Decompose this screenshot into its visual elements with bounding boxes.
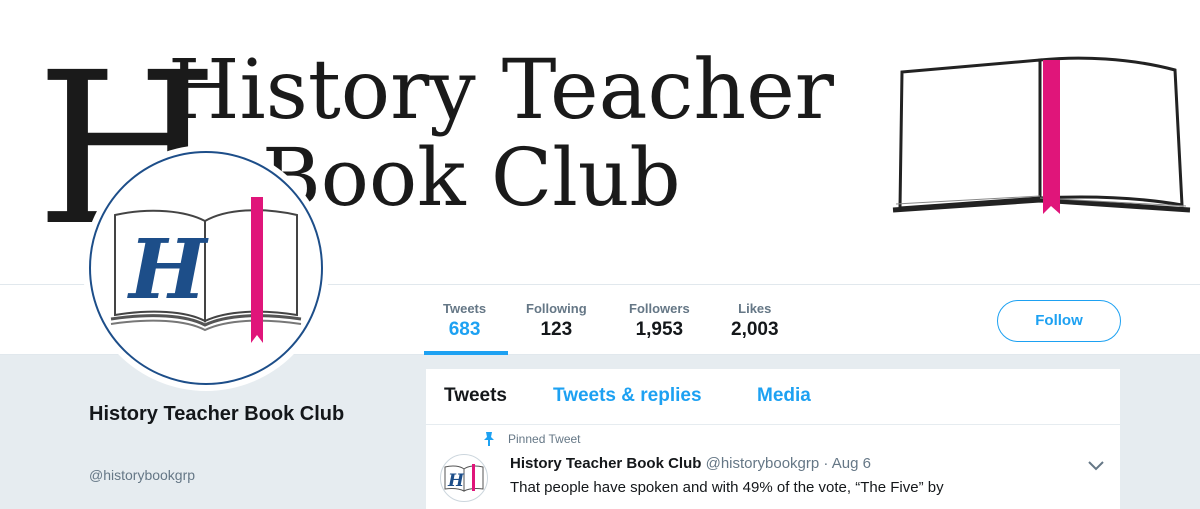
- tab-media[interactable]: Media: [757, 385, 811, 407]
- active-stat-indicator: [424, 351, 508, 355]
- pin-icon: [484, 432, 494, 446]
- stat-value: 683: [448, 319, 481, 340]
- banner-title-line1: History Teacher: [168, 43, 835, 138]
- stat-value: 123: [540, 319, 573, 340]
- tab-tweets[interactable]: Tweets: [444, 385, 507, 407]
- tab-tweets-and-replies[interactable]: Tweets & replies: [553, 385, 702, 407]
- follow-button[interactable]: Follow: [997, 300, 1121, 342]
- tweet-avatar-logo: H: [444, 464, 484, 492]
- tweet-author[interactable]: History Teacher Book Club: [510, 455, 701, 472]
- stat-label: Followers: [629, 301, 690, 316]
- book-illustration: [892, 56, 1191, 214]
- chevron-down-icon[interactable]: [1088, 461, 1104, 471]
- stat-value: 1,953: [635, 319, 684, 340]
- tweet-avatar-initial-letter: H: [447, 471, 465, 491]
- timeline-tabs: Tweets Tweets & replies Media: [426, 369, 1120, 425]
- tweet-handle-date[interactable]: @historybookgrp · Aug 6: [706, 455, 871, 472]
- pinned-tweet-label: Pinned Tweet: [508, 432, 581, 446]
- stat-tweets[interactable]: Tweets 683: [443, 301, 486, 343]
- tweet-header: History Teacher Book Club @historybookgr…: [510, 455, 871, 472]
- timeline: Tweets Tweets & replies Media Pinned Twe…: [426, 369, 1120, 509]
- tweet-text: That people have spoken and with 49% of …: [510, 479, 944, 496]
- stat-label: Following: [526, 301, 587, 316]
- stat-label: Likes: [738, 301, 772, 316]
- stat-label: Tweets: [443, 301, 487, 316]
- profile-handle[interactable]: @historybookgrp: [89, 467, 195, 483]
- profile-avatar[interactable]: H: [83, 145, 329, 391]
- stat-followers[interactable]: Followers 1,953: [629, 301, 690, 343]
- tweet-avatar[interactable]: H: [440, 454, 488, 502]
- avatar-logo: H: [110, 197, 302, 343]
- stat-following[interactable]: Following 123: [526, 301, 587, 343]
- avatar: H: [89, 151, 323, 385]
- profile-name[interactable]: History Teacher Book Club: [89, 398, 369, 430]
- avatar-initial-letter: H: [127, 222, 209, 318]
- banner-title-line2: Book Club: [262, 131, 681, 224]
- stat-likes[interactable]: Likes 2,003: [731, 301, 779, 343]
- stat-value: 2,003: [731, 319, 779, 340]
